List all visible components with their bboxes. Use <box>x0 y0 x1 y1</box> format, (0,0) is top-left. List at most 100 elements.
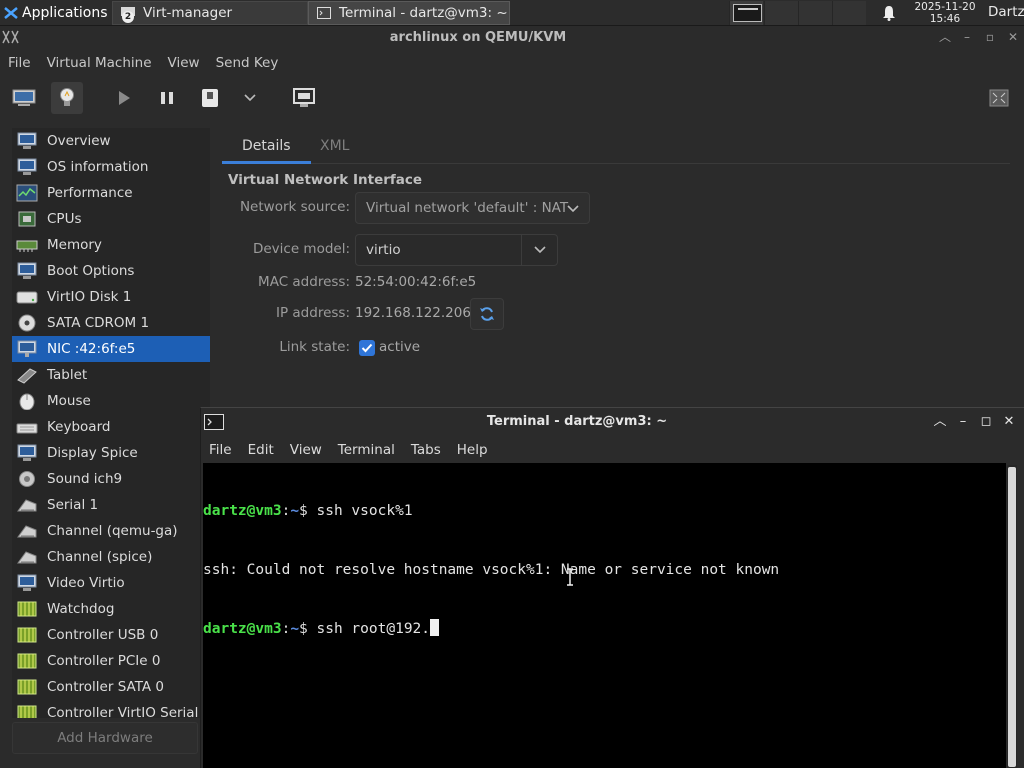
applications-label: Applications <box>22 4 108 21</box>
console-button[interactable] <box>8 82 40 114</box>
add-hardware-button[interactable]: Add Hardware <box>12 722 198 754</box>
hardware-item[interactable]: Overview <box>12 128 210 154</box>
hardware-item-label: Boot Options <box>47 263 135 279</box>
hardware-item-label: Tablet <box>47 367 88 383</box>
minimize-icon[interactable]: – <box>956 415 970 429</box>
hardware-item[interactable]: Sound ich9 <box>12 466 210 492</box>
terminal-scrollbar[interactable] <box>1007 465 1017 768</box>
workspace-3[interactable] <box>798 1 832 25</box>
notification-bell-icon[interactable] <box>882 5 896 21</box>
hardware-item[interactable]: NIC :42:6f:e5 <box>12 336 210 362</box>
clock-time: 15:46 <box>929 13 961 25</box>
details-button[interactable] <box>51 82 83 114</box>
hardware-item[interactable]: OS information <box>12 154 210 180</box>
taskbar-virt-manager[interactable]: 2 Virt-manager <box>112 1 308 25</box>
hardware-item[interactable]: Display Spice <box>12 440 210 466</box>
window-titlebar[interactable]: archlinux on QEMU/KVM ︿ – ▫ ✕ <box>0 26 1024 50</box>
menu-file[interactable]: File <box>0 55 39 71</box>
hardware-item[interactable]: CPUs <box>12 206 210 232</box>
terminal-menu-terminal[interactable]: Terminal <box>330 442 403 458</box>
hardware-item-label: Performance <box>47 185 133 201</box>
refresh-ip-button[interactable] <box>470 298 504 330</box>
terminal-menubar: File Edit View Terminal Tabs Help <box>201 438 1024 462</box>
terminal-menu-tabs[interactable]: Tabs <box>403 442 449 458</box>
hardware-item[interactable]: Serial 1 <box>12 492 210 518</box>
hardware-item[interactable]: VirtIO Disk 1 <box>12 284 210 310</box>
hardware-item[interactable]: Channel (qemu-ga) <box>12 518 210 544</box>
hardware-item[interactable]: Controller PCIe 0 <box>12 648 210 674</box>
chevron-down-icon <box>244 94 256 102</box>
link-state-checkbox[interactable] <box>359 340 375 356</box>
network-source-dropdown[interactable]: Virtual network 'default' : NAT <box>355 192 590 224</box>
user-menu[interactable]: Dartz <box>988 4 1024 20</box>
hardware-item[interactable]: Keyboard <box>12 414 210 440</box>
shutdown-menu-button[interactable] <box>234 82 266 114</box>
snapshots-button[interactable] <box>288 82 320 114</box>
maximize-up-icon[interactable]: ︿ <box>933 415 947 429</box>
hardware-item[interactable]: Controller SATA 0 <box>12 674 210 700</box>
command-text: ssh vsock%1 <box>316 503 413 519</box>
device-model-input[interactable]: virtio <box>366 242 401 258</box>
close-icon[interactable]: ✕ <box>1002 415 1016 429</box>
close-icon[interactable]: ✕ <box>1006 30 1020 44</box>
hardware-item[interactable]: Controller USB 0 <box>12 622 210 648</box>
terminal-menu-view[interactable]: View <box>282 442 330 458</box>
device-model-dropdown-button[interactable] <box>521 235 557 265</box>
workspace-2[interactable] <box>764 1 798 25</box>
hardware-item-label: Memory <box>47 237 102 253</box>
console-icon <box>12 89 36 106</box>
hardware-item[interactable]: Watchdog <box>12 596 210 622</box>
hardware-list[interactable]: Overview OS information Performance CPUs Mem… <box>12 128 210 718</box>
hardware-item-label: Video Virtio <box>47 575 125 591</box>
fullscreen-button[interactable] <box>983 82 1015 114</box>
applications-menu[interactable]: Applications <box>0 0 114 26</box>
menu-virtual-machine[interactable]: Virtual Machine <box>39 55 160 71</box>
pause-button[interactable] <box>151 82 183 114</box>
clock[interactable]: 2025-11-20 15:46 <box>906 1 984 25</box>
tab-details[interactable]: Details <box>222 128 311 164</box>
terminal-titlebar[interactable]: Terminal - dartz@vm3: ~ ︿ – ◻ ✕ <box>201 408 1024 436</box>
monitor-icon <box>17 444 37 461</box>
terminal-screen[interactable]: dartz@vm3:~$ ssh vsock%1 ssh: Could not … <box>203 463 1006 768</box>
maximize-icon[interactable]: ▫ <box>983 30 997 44</box>
network-source-label: Network source: <box>239 199 350 215</box>
controller-icon <box>17 679 37 695</box>
taskbar-terminal[interactable]: Terminal - dartz@vm3: ~ <box>308 1 510 25</box>
hardware-item[interactable]: Mouse <box>12 388 210 414</box>
terminal-menu-help[interactable]: Help <box>449 442 496 458</box>
network-source-value: Virtual network 'default' : NAT <box>366 200 569 216</box>
scrollbar-thumb[interactable] <box>1008 467 1016 767</box>
top-panel: Applications 2 Virt-manager Terminal - d… <box>0 0 1024 26</box>
workspace-4[interactable] <box>832 1 866 25</box>
hardware-item[interactable]: Performance <box>12 180 210 206</box>
hardware-item[interactable]: Video Virtio <box>12 570 210 596</box>
terminal-line: dartz@vm3:~$ ssh root@192. <box>203 619 1006 639</box>
speaker-icon <box>19 471 35 487</box>
workspace-1[interactable] <box>729 1 763 25</box>
hardware-item[interactable]: SATA CDROM 1 <box>12 310 210 336</box>
text-cursor <box>430 619 440 636</box>
hardware-item-label: Mouse <box>47 393 91 409</box>
tab-xml[interactable]: XML <box>300 128 369 164</box>
chevron-down-icon <box>567 205 579 213</box>
menu-send-key[interactable]: Send Key <box>208 55 287 71</box>
hardware-item[interactable]: Tablet <box>12 362 210 388</box>
terminal-line: dartz@vm3:~$ ssh vsock%1 <box>203 502 1006 522</box>
maximize-up-icon[interactable]: ︿ <box>938 30 952 44</box>
snapshots-icon <box>293 88 315 107</box>
link-state-value: active <box>379 339 421 355</box>
menu-view[interactable]: View <box>160 55 208 71</box>
run-button[interactable] <box>108 82 140 114</box>
hardware-item[interactable]: Channel (spice) <box>12 544 210 570</box>
hardware-item[interactable]: Boot Options <box>12 258 210 284</box>
minimize-icon[interactable]: – <box>960 30 974 44</box>
hardware-item[interactable]: Memory <box>12 232 210 258</box>
terminal-menu-edit[interactable]: Edit <box>240 442 282 458</box>
terminal-menu-file[interactable]: File <box>201 442 240 458</box>
hardware-item[interactable]: Controller VirtIO Serial <box>12 700 210 718</box>
section-title: Virtual Network Interface <box>228 172 423 188</box>
performance-icon <box>16 184 38 202</box>
shutdown-button[interactable] <box>194 82 226 114</box>
device-model-combo: virtio <box>355 234 558 266</box>
maximize-icon[interactable]: ◻ <box>979 415 993 429</box>
